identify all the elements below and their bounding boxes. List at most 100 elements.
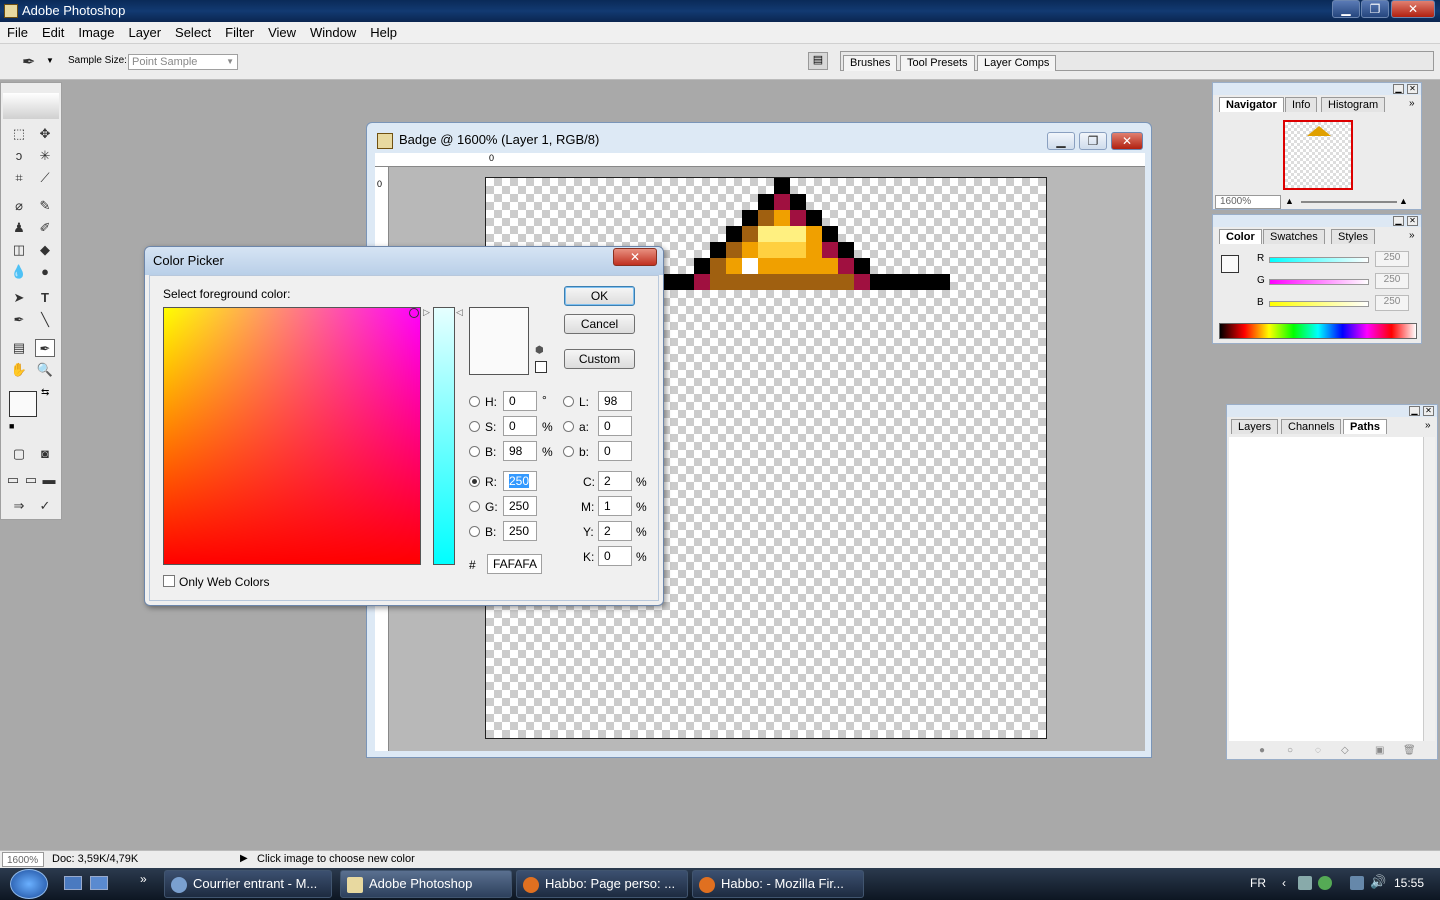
palette-minimize-icon[interactable]: ▁ [1393, 84, 1404, 94]
screen-mode-menubar-icon[interactable]: ▭ [23, 471, 39, 489]
eraser-tool-icon[interactable]: ◫ [9, 241, 29, 259]
navigator-zoom-slider[interactable] [1301, 201, 1397, 203]
tab-histogram[interactable]: Histogram [1321, 97, 1386, 112]
sample-size-select[interactable]: Point Sample ▼ [128, 54, 238, 70]
start-button[interactable] [10, 869, 48, 899]
radio-red[interactable] [469, 476, 480, 487]
minimize-window-button[interactable]: ▁ [1332, 0, 1360, 18]
zoom-out-icon[interactable]: ▲ [1285, 196, 1294, 206]
tab-channels[interactable]: Channels [1281, 419, 1342, 434]
system-clock[interactable]: 15:55 [1394, 876, 1424, 890]
radio-lab-b[interactable] [563, 446, 574, 457]
color-field[interactable] [163, 307, 421, 565]
palette-close-icon[interactable]: ✕ [1407, 84, 1418, 94]
navigator-zoom-field[interactable]: 1600% [1215, 195, 1281, 209]
ok-button[interactable]: OK [564, 286, 635, 306]
history-brush-tool-icon[interactable]: ✐ [35, 219, 55, 237]
restore-window-button[interactable]: ❐ [1361, 0, 1389, 18]
brush-tool-icon[interactable]: ✎ [35, 197, 55, 215]
document-maximize-button[interactable]: ❐ [1079, 132, 1107, 150]
color-spectrum-ramp[interactable] [1219, 323, 1417, 339]
well-tab-brushes[interactable]: Brushes [843, 55, 898, 71]
status-menu-arrow-icon[interactable]: ▶ [240, 851, 248, 867]
menu-image[interactable]: Image [71, 22, 121, 44]
screen-mode-full-icon[interactable]: ▬ [41, 471, 57, 489]
palette-close-icon[interactable]: ✕ [1407, 216, 1418, 226]
hue-slider[interactable] [433, 307, 455, 565]
clone-stamp-tool-icon[interactable]: ♟ [9, 219, 29, 237]
magenta-input[interactable]: 1 [598, 496, 632, 516]
menu-select[interactable]: Select [168, 22, 218, 44]
magic-wand-tool-icon[interactable]: ✳ [35, 147, 55, 165]
color-panel-r-input[interactable]: 250 [1375, 251, 1409, 267]
radio-hue[interactable] [469, 396, 480, 407]
eyedropper-tool-icon[interactable]: ✒ [35, 339, 55, 357]
make-work-path-icon[interactable]: ◇ [1341, 745, 1349, 756]
radio-green[interactable] [469, 501, 480, 512]
menu-file[interactable]: File [0, 22, 35, 44]
well-tab-tool-presets[interactable]: Tool Presets [900, 55, 975, 71]
red-input[interactable]: 250 [503, 471, 537, 491]
green-input[interactable]: 250 [503, 496, 537, 516]
color-panel-fg-swatch[interactable] [1221, 255, 1239, 273]
color-panel-g-input[interactable]: 250 [1375, 273, 1409, 289]
dialog-close-button[interactable]: ✕ [613, 248, 657, 266]
gamut-cube-icon[interactable]: ⬢ [535, 345, 544, 356]
tab-color[interactable]: Color [1219, 229, 1262, 244]
custom-button[interactable]: Custom [564, 349, 635, 369]
hue-slider-right-arrow-icon[interactable]: ◁ [456, 307, 463, 318]
black-input[interactable]: 0 [598, 546, 632, 566]
red-slider[interactable] [1269, 257, 1369, 263]
lasso-tool-icon[interactable]: ↄ [9, 147, 29, 165]
task-photoshop[interactable]: Adobe Photoshop [340, 870, 512, 898]
notes-tool-icon[interactable]: ▤ [9, 339, 29, 357]
palette-menu-icon[interactable]: » [1409, 98, 1415, 109]
screen-mode-standard-icon[interactable]: ▭ [5, 471, 21, 489]
lab-l-input[interactable]: 98 [598, 391, 632, 411]
blur-tool-icon[interactable]: 💧 [9, 263, 29, 281]
radio-brightness[interactable] [469, 446, 480, 457]
brightness-input[interactable]: 98 [503, 441, 537, 461]
eyedropper-preset-icon[interactable]: ✒ [22, 52, 35, 72]
palette-menu-icon[interactable]: » [1409, 230, 1415, 241]
line-tool-icon[interactable]: ╲ [35, 311, 55, 329]
saturation-input[interactable]: 0 [503, 416, 537, 436]
radio-blue[interactable] [469, 526, 480, 537]
switch-windows-icon[interactable] [90, 876, 108, 890]
hand-tool-icon[interactable]: ✋ [9, 361, 29, 379]
tab-layers[interactable]: Layers [1231, 419, 1279, 434]
new-path-icon[interactable]: ▣ [1375, 745, 1384, 756]
stroke-path-icon[interactable]: ○ [1287, 745, 1293, 756]
marquee-tool-icon[interactable]: ⬚ [9, 125, 29, 143]
dodge-tool-icon[interactable]: ● [35, 263, 55, 281]
menu-edit[interactable]: Edit [35, 22, 71, 44]
only-web-colors-checkbox[interactable] [163, 575, 175, 587]
task-habbo-firefox[interactable]: Habbo: - Mozilla Fir... [692, 870, 864, 898]
task-courrier[interactable]: Courrier entrant - M... [164, 870, 332, 898]
quick-mask-mode-icon[interactable]: ◙ [35, 445, 55, 463]
swap-colors-icon[interactable]: ⇆ [41, 387, 49, 398]
palette-minimize-icon[interactable]: ▁ [1409, 406, 1420, 416]
well-tab-layer-comps[interactable]: Layer Comps [977, 55, 1057, 71]
delete-path-icon[interactable]: 🗑 [1403, 745, 1416, 756]
fill-path-icon[interactable]: ● [1259, 745, 1265, 756]
crop-tool-icon[interactable]: ⌗ [9, 169, 29, 187]
menu-layer[interactable]: Layer [122, 22, 169, 44]
blue-input[interactable]: 250 [503, 521, 537, 541]
zoom-in-icon[interactable]: ▲ [1399, 196, 1408, 206]
zoom-tool-icon[interactable]: 🔍 [35, 361, 55, 379]
pen-tool-icon[interactable]: ✒ [9, 311, 29, 329]
document-close-button[interactable]: ✕ [1111, 132, 1143, 150]
type-tool-icon[interactable]: T [35, 289, 55, 307]
show-desktop-icon[interactable] [64, 876, 82, 890]
blue-slider[interactable] [1269, 301, 1369, 307]
radio-lab-a[interactable] [563, 421, 574, 432]
chevron-down-icon[interactable]: ▼ [46, 56, 54, 65]
default-colors-icon[interactable]: ■ [9, 421, 14, 431]
slice-tool-icon[interactable]: ⟋ [35, 169, 55, 187]
tray-expand-icon[interactable]: ‹ [1282, 876, 1286, 890]
palette-close-icon[interactable]: ✕ [1423, 406, 1434, 416]
web-safe-swatch[interactable] [535, 361, 547, 373]
jump-to-imageready-icon[interactable]: ⇒ [9, 497, 29, 515]
quick-launch-more-icon[interactable]: » [140, 872, 147, 886]
